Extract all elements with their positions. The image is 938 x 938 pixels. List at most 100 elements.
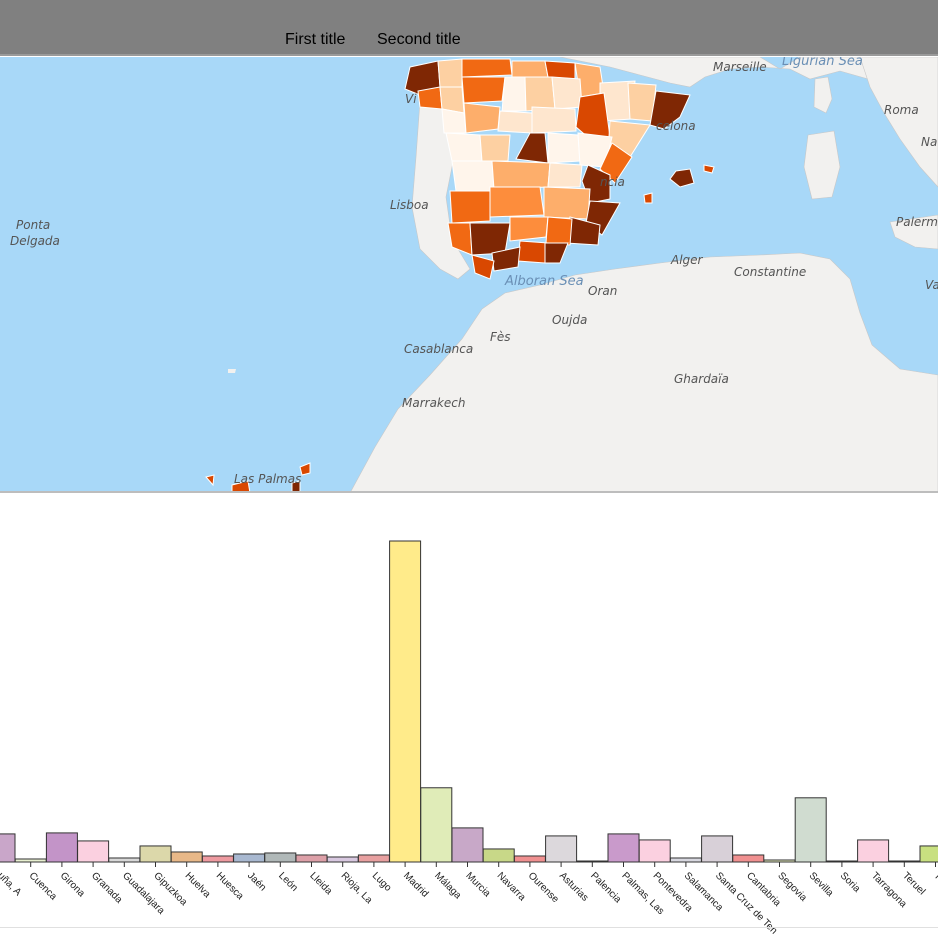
map-label-barcelona: celona	[656, 119, 696, 133]
x-tick-label: León	[276, 870, 300, 894]
province-shape[interactable]	[547, 132, 581, 164]
x-tick-label: Sevilla	[807, 870, 836, 899]
bar-18[interactable]	[513, 855, 546, 863]
province-shape[interactable]	[491, 160, 551, 190]
province-shape[interactable]	[544, 60, 576, 80]
bar-3[interactable]	[45, 832, 78, 863]
map-label-delgada: Delgada	[10, 234, 60, 248]
bar-24[interactable]	[701, 835, 734, 863]
province-shape[interactable]	[489, 186, 545, 218]
x-tick-label: Huesca	[214, 870, 246, 902]
bar-16[interactable]	[451, 827, 484, 863]
bar-23[interactable]	[669, 857, 702, 863]
x-tick-label: Girona	[58, 870, 87, 899]
map-label-ponta: Ponta	[16, 218, 50, 232]
x-tick-label: Teruel	[900, 870, 927, 897]
province-shape[interactable]	[643, 192, 653, 204]
bar-15[interactable]	[420, 787, 453, 863]
x-tick-label: Lugo	[370, 870, 394, 894]
x-tick-label: Murcia	[463, 870, 492, 899]
bar-11[interactable]	[295, 854, 328, 863]
bar-14[interactable]	[389, 540, 422, 863]
map-label-ligurian-sea: Ligurian Sea	[782, 57, 863, 69]
bar-5[interactable]	[108, 857, 141, 863]
map-label-alger: Alger	[670, 253, 704, 267]
bar-chart: uña, A Cuenca Girona Granada Guadalajara Gipu…	[0, 495, 938, 938]
map-label-las-palmas: Las Palmas	[234, 472, 301, 486]
province-shape[interactable]	[451, 160, 495, 192]
bar-25[interactable]	[732, 854, 765, 863]
map-label-oujda: Oujda	[552, 313, 587, 327]
x-tick-label: Asturias	[557, 870, 590, 903]
bar-6[interactable]	[139, 845, 172, 863]
province-shape[interactable]	[461, 58, 513, 78]
x-tick-label: Granada	[89, 870, 125, 906]
choropleth-map[interactable]: Marseille Ligurian Sea Roma Na celona nc…	[0, 57, 938, 493]
bar-22[interactable]	[638, 839, 671, 863]
bar-7[interactable]	[170, 851, 203, 863]
province-shape[interactable]	[417, 86, 443, 110]
tab-second-title[interactable]: Second title	[377, 31, 461, 49]
province-shape[interactable]	[511, 60, 549, 78]
map-label-marseille: Marseille	[713, 60, 767, 74]
bar-chart-canvas: uña, A Cuenca Girona GranadaGuadalajaraGipu…	[0, 540, 938, 937]
province-shape[interactable]	[497, 110, 533, 134]
map-label-na: Na	[921, 135, 937, 149]
bar-9[interactable]	[233, 853, 266, 863]
province-shape[interactable]	[524, 76, 556, 112]
map-label-lisboa: Lisboa	[390, 198, 429, 212]
x-tick-label: Ourense	[526, 870, 561, 905]
province-shape[interactable]	[445, 132, 483, 162]
bar-10[interactable]	[264, 852, 297, 863]
province-shape[interactable]	[461, 76, 506, 104]
map-label-fes: Fès	[490, 330, 511, 344]
province-shape[interactable]	[501, 76, 527, 112]
x-tick-label: Málaga	[432, 870, 463, 901]
province-shape[interactable]	[545, 216, 573, 246]
bar-17[interactable]	[482, 848, 515, 863]
bar-27[interactable]	[794, 797, 827, 863]
province-shape[interactable]	[449, 190, 491, 224]
x-tick-label: Jaén	[245, 870, 268, 893]
province-shape[interactable]	[551, 76, 583, 110]
x-tick-label: Navarra	[495, 870, 528, 903]
province-shape[interactable]	[703, 164, 715, 174]
bar-19[interactable]	[545, 835, 578, 863]
bar-31[interactable]	[919, 845, 938, 863]
province-shape[interactable]	[441, 108, 467, 134]
province-shape[interactable]	[543, 186, 591, 220]
x-tick-label: Palencia	[588, 870, 623, 905]
province-shape[interactable]	[479, 134, 511, 162]
province-shape[interactable]	[517, 240, 549, 264]
x-tick-label: Tole	[931, 870, 938, 891]
province-shape[interactable]	[547, 162, 583, 188]
x-tick-label: Huelva	[183, 870, 213, 900]
map-label-alboran-sea: Alboran Sea	[504, 274, 584, 289]
bar-4[interactable]	[77, 840, 110, 863]
bar-13[interactable]	[357, 854, 390, 863]
map-label-palermo: Palermo	[896, 215, 938, 229]
bar-29[interactable]	[857, 839, 890, 863]
map-label-vi: Vi	[405, 92, 417, 106]
x-tick-label: Rioja, La	[339, 870, 375, 906]
x-tick-label: Lleida	[307, 870, 334, 897]
bar-12[interactable]	[326, 856, 359, 863]
bar-21[interactable]	[607, 833, 640, 863]
chart-bottom-divider	[0, 927, 938, 928]
x-tick-label: Cuenca	[27, 870, 59, 902]
map-label-ghardaia: Ghardaïa	[674, 372, 729, 386]
province-shape[interactable]	[531, 106, 577, 134]
map-label-casablanca: Casablanca	[404, 342, 473, 356]
province-shape[interactable]	[463, 102, 501, 134]
title-bar: First title Second title	[0, 0, 938, 56]
map-canvas[interactable]: Marseille Ligurian Sea Roma Na celona nc…	[0, 57, 938, 493]
bar-1[interactable]	[0, 833, 16, 863]
bar-8[interactable]	[201, 855, 234, 863]
map-label-va: Va	[925, 278, 938, 292]
x-tick-label: uña, A	[0, 870, 23, 898]
province-shape[interactable]	[437, 58, 463, 88]
map-label-valencia: ncia	[600, 175, 625, 189]
province-shape[interactable]	[509, 216, 549, 242]
tab-first-title[interactable]: First title	[285, 31, 345, 49]
x-tick-label: Soria	[838, 870, 863, 895]
